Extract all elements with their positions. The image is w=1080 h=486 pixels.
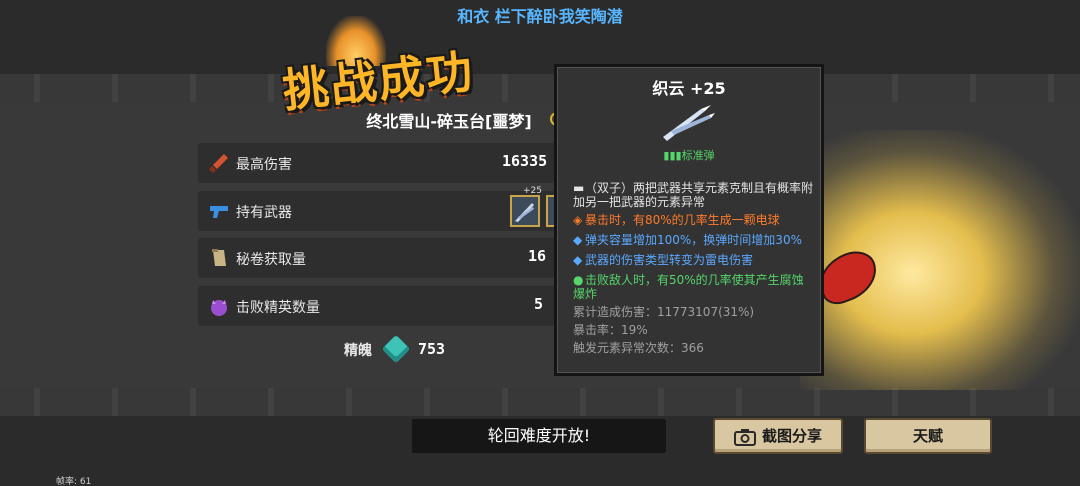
stage-name: 终北雪山-碎玉台[噩梦]	[366, 112, 532, 131]
stat-label: 最高伤害	[236, 157, 292, 173]
tooltip-line-mark: ●	[573, 273, 584, 287]
twin-blade-icon	[663, 105, 715, 141]
tooltip-line-mark: ◆	[573, 253, 583, 267]
tooltip-line-mark: ◈	[573, 213, 583, 227]
tooltip-line-mark: ▬	[573, 181, 585, 195]
demon-icon	[211, 300, 227, 316]
stat-value: 5	[534, 295, 544, 313]
tooltip-stat: 累计造成伤害：11773107(31%)	[573, 305, 755, 319]
tooltip-line-text: 击败敌人时，有50%的几率使其产生腐蚀爆炸	[573, 273, 804, 301]
weapon-level: +25	[523, 186, 542, 196]
weapon-slot-1[interactable]: +25	[510, 186, 542, 227]
tooltip-line: ◆ 武器的伤害类型转变为雷电伤害	[573, 253, 813, 267]
tooltip-line: ◆ 弹夹容量增加100%，换弹时间增加30%	[573, 233, 813, 247]
scroll-icon	[212, 249, 226, 266]
stat-label: 击败精英数量	[236, 300, 320, 316]
ammo-type: ▮▮▮标准弹	[557, 147, 821, 163]
stat-label: 秘卷获取量	[236, 252, 306, 268]
stat-row-scrolls: 秘卷获取量 16	[198, 238, 568, 278]
tooltip-title: 织云 +25	[652, 79, 726, 98]
tooltip-stat: 触发元素异常次数：366	[573, 341, 704, 355]
stat-label: 持有武器	[236, 205, 292, 221]
tooltip-line-text: 暴击时，有80%的几率生成一颗电球	[585, 213, 780, 227]
gun-icon	[210, 206, 228, 218]
tooltip-line: ◈ 暴击时，有80%的几率生成一颗电球	[573, 213, 813, 227]
player-name: 和衣 栏下醉卧我笑陶潜	[457, 7, 623, 26]
camera-icon	[733, 428, 756, 446]
soul-label: 精魄	[344, 343, 372, 359]
stat-value: 16335	[502, 152, 548, 170]
tooltip-line-text: 弹夹容量增加100%，换弹时间增加30%	[585, 233, 802, 247]
stat-value: 16	[528, 247, 547, 265]
sword-icon	[209, 154, 228, 173]
decorative-band-top	[0, 74, 1080, 102]
talent-button[interactable]: 天赋	[864, 418, 992, 454]
soul-value: 753	[418, 340, 446, 358]
decorative-band-bottom	[0, 388, 1080, 416]
tooltip-line-mark: ◆	[573, 233, 583, 247]
tooltip-stat: 暴击率：19%	[573, 323, 648, 337]
blade-icon	[515, 203, 534, 222]
tooltip-line: ▬（双子）两把武器共享元素克制且有概率附加另一把武器的元素异常	[573, 181, 813, 209]
stat-row-max-damage: 最高伤害 16335	[198, 143, 568, 183]
difficulty-notice: 轮回难度开放!	[412, 419, 666, 453]
screenshot-share-label: 截图分享	[761, 427, 822, 445]
weapon-tooltip: 织云 +25 ▮▮▮标准弹 ▬（双子）两把武器共享元素克制且有概率附加另一把武器…	[554, 64, 824, 376]
tooltip-line: ● 击败敌人时，有50%的几率使其产生腐蚀爆炸	[573, 273, 813, 301]
stat-row-weapons: 持有武器 +25	[198, 186, 568, 231]
tooltip-line-text: （双子）两把武器共享元素克制且有概率附加另一把武器的元素异常	[573, 181, 814, 209]
fps-counter: 帧率: 61	[56, 477, 92, 486]
screenshot-share-button[interactable]: 截图分享	[713, 418, 843, 454]
bullet-icon: ▮▮▮	[663, 149, 682, 162]
ammo-type-label: 标准弹	[681, 149, 715, 162]
stat-row-elites: 击败精英数量 5	[198, 286, 568, 326]
tooltip-line-text: 武器的伤害类型转变为雷电伤害	[585, 253, 754, 267]
